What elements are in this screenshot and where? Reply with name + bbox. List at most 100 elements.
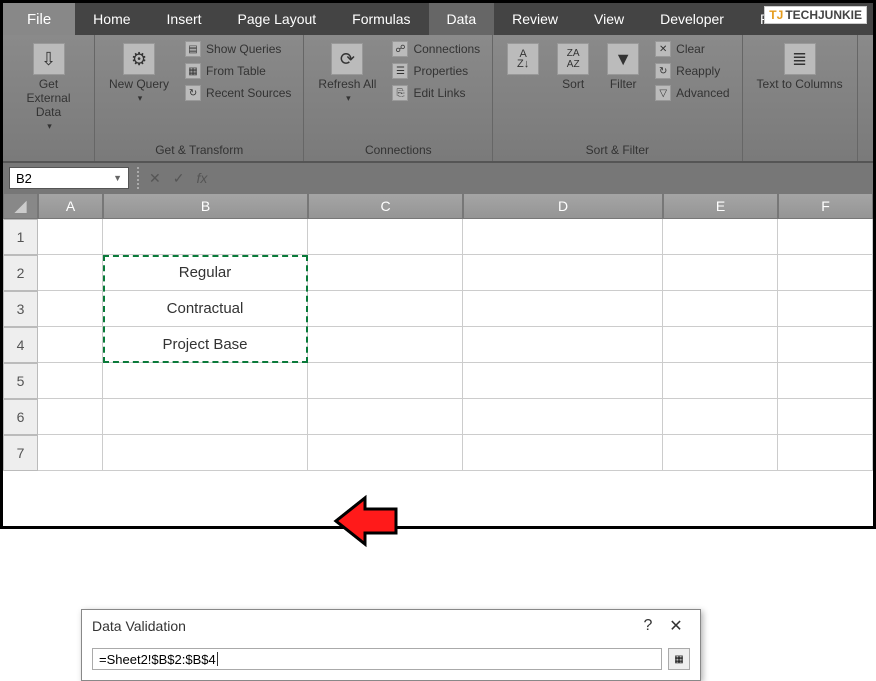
cell[interactable]	[778, 255, 873, 291]
dialog-collapse-button[interactable]: ▦	[668, 648, 690, 670]
cell[interactable]	[663, 327, 778, 363]
cell[interactable]	[663, 363, 778, 399]
cell[interactable]	[663, 219, 778, 255]
annotation-arrow	[331, 493, 401, 554]
cell[interactable]	[103, 435, 308, 471]
get-external-data-button[interactable]: ⇩Get External Data	[11, 39, 86, 136]
connections-button[interactable]: ☍Connections	[388, 39, 484, 59]
column-header[interactable]: B	[103, 193, 308, 219]
cell[interactable]	[778, 327, 873, 363]
cell[interactable]: Regular	[103, 255, 308, 291]
cell[interactable]	[463, 255, 663, 291]
name-box[interactable]: B2▼	[9, 167, 129, 189]
clear-icon: ✕	[655, 41, 671, 57]
new-query-icon: ⚙	[123, 43, 155, 75]
cell[interactable]	[663, 255, 778, 291]
tab-review[interactable]: Review	[494, 3, 576, 35]
tab-insert[interactable]: Insert	[149, 3, 220, 35]
select-all-corner[interactable]: ◢	[3, 193, 38, 219]
tab-developer[interactable]: Developer	[642, 3, 742, 35]
edit-links-button[interactable]: ⎘Edit Links	[388, 83, 484, 103]
enter-formula-icon[interactable]: ✓	[173, 170, 185, 187]
clear-filter-button[interactable]: ✕Clear	[651, 39, 733, 59]
dialog-title: Data Validation	[92, 618, 186, 634]
cell[interactable]	[308, 219, 463, 255]
cell[interactable]	[308, 327, 463, 363]
cell[interactable]	[38, 327, 103, 363]
cell[interactable]	[308, 363, 463, 399]
text-to-columns-button[interactable]: ≣Text to Columns	[751, 39, 849, 95]
cell[interactable]: Project Base	[103, 327, 308, 363]
cancel-formula-icon[interactable]: ✕	[149, 170, 161, 187]
fx-label[interactable]: fx	[196, 170, 207, 187]
cell[interactable]	[778, 435, 873, 471]
tab-formulas[interactable]: Formulas	[334, 3, 428, 35]
cell[interactable]	[308, 291, 463, 327]
connections-icon: ☍	[392, 41, 408, 57]
row-header[interactable]: 4	[3, 327, 38, 363]
dialog-help-button[interactable]: ?	[634, 617, 662, 635]
row-header[interactable]: 1	[3, 219, 38, 255]
tab-page-layout[interactable]: Page Layout	[220, 3, 335, 35]
tab-file[interactable]: File	[3, 3, 75, 35]
show-queries-button[interactable]: ▤Show Queries	[181, 39, 295, 59]
cell[interactable]	[778, 363, 873, 399]
tab-view[interactable]: View	[576, 3, 642, 35]
row-header[interactable]: 6	[3, 399, 38, 435]
cell[interactable]	[463, 327, 663, 363]
cell[interactable]: Contractual	[103, 291, 308, 327]
advanced-filter-button[interactable]: ▽Advanced	[651, 83, 733, 103]
sort-button[interactable]: ZAAZSort	[551, 39, 595, 95]
tab-data[interactable]: Data	[429, 3, 495, 35]
row-header[interactable]: 3	[3, 291, 38, 327]
dialog-close-button[interactable]: ✕	[662, 616, 690, 636]
cell[interactable]	[38, 435, 103, 471]
column-header[interactable]: C	[308, 193, 463, 219]
refresh-all-button[interactable]: ⟳Refresh All	[312, 39, 382, 108]
new-query-button[interactable]: ⚙New Query	[103, 39, 175, 108]
cell[interactable]	[778, 399, 873, 435]
cell[interactable]	[308, 255, 463, 291]
cell[interactable]	[308, 399, 463, 435]
column-header[interactable]: D	[463, 193, 663, 219]
cell[interactable]	[103, 219, 308, 255]
cell[interactable]	[463, 291, 663, 327]
tab-home[interactable]: Home	[75, 3, 148, 35]
cell[interactable]	[308, 435, 463, 471]
cell[interactable]	[38, 291, 103, 327]
sort-icon: ZAAZ	[557, 43, 589, 75]
cell[interactable]	[463, 399, 663, 435]
cell[interactable]	[38, 219, 103, 255]
cell[interactable]	[778, 291, 873, 327]
cell[interactable]	[778, 219, 873, 255]
filter-button[interactable]: ▼Filter	[601, 39, 645, 95]
cell[interactable]	[38, 399, 103, 435]
spreadsheet-grid[interactable]: ◢ ABCDEF 12 Regular 3 Contractual 4 Project B…	[3, 193, 873, 471]
cell[interactable]	[663, 435, 778, 471]
sort-asc-icon: AZ↓	[507, 43, 539, 75]
row-header[interactable]: 7	[3, 435, 38, 471]
cell[interactable]	[463, 363, 663, 399]
cell[interactable]	[103, 363, 308, 399]
cell[interactable]	[663, 399, 778, 435]
column-header[interactable]: A	[38, 193, 103, 219]
from-table-button[interactable]: ▦From Table	[181, 61, 295, 81]
cell[interactable]	[38, 255, 103, 291]
row-header[interactable]: 5	[3, 363, 38, 399]
sort-asc-button[interactable]: AZ↓	[501, 39, 545, 79]
column-header[interactable]: F	[778, 193, 873, 219]
cell[interactable]	[103, 399, 308, 435]
cell[interactable]	[463, 435, 663, 471]
cell[interactable]	[663, 291, 778, 327]
column-header[interactable]: E	[663, 193, 778, 219]
reapply-button[interactable]: ↻Reapply	[651, 61, 733, 81]
row-header[interactable]: 2	[3, 255, 38, 291]
ribbon-tabs: File HomeInsertPage LayoutFormulasDataRe…	[3, 3, 873, 35]
cell[interactable]	[463, 219, 663, 255]
properties-button[interactable]: ☰Properties	[388, 61, 484, 81]
cell[interactable]	[38, 363, 103, 399]
group-label-sortfilter: Sort & Filter	[501, 141, 733, 159]
dialog-source-input[interactable]: =Sheet2!$B$2:$B$4	[92, 648, 662, 670]
recent-sources-button[interactable]: ↻Recent Sources	[181, 83, 295, 103]
text-to-columns-icon: ≣	[784, 43, 816, 75]
